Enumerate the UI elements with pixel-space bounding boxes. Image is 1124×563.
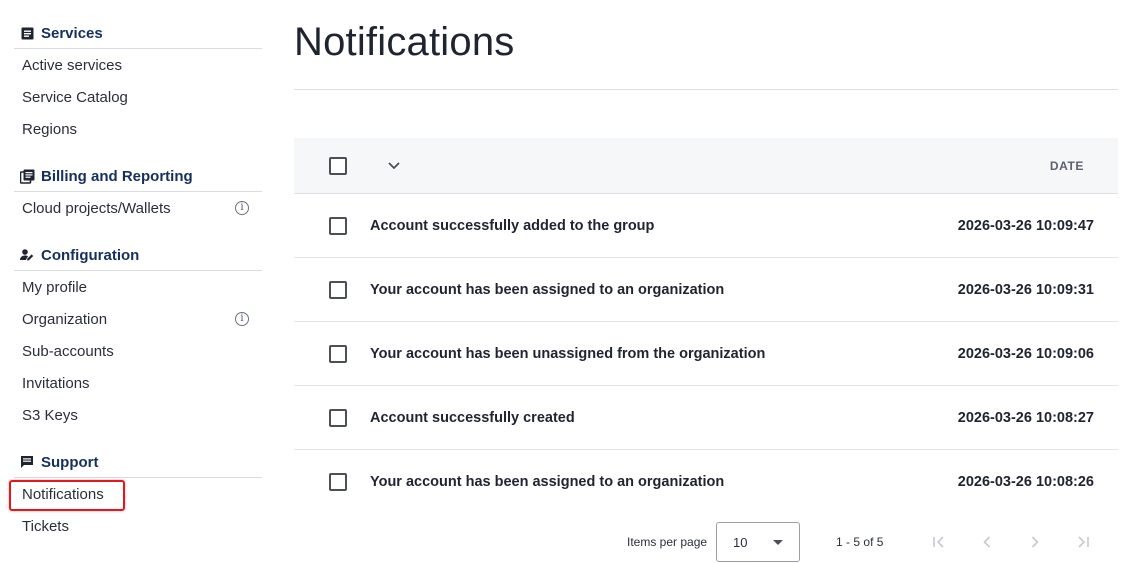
sidebar-item-my-profile[interactable]: My profile [14, 271, 262, 303]
sidebar-item-cloud-projects[interactable]: Cloud projects/Wallets i [14, 192, 262, 224]
previous-page-icon[interactable] [975, 530, 999, 554]
select-all-checkbox[interactable] [329, 156, 347, 175]
section-title: Support [41, 453, 99, 471]
info-icon[interactable]: i [235, 201, 249, 215]
table-row[interactable]: Your account has been assigned to an org… [294, 258, 1118, 322]
paginator: Items per page 10 1 - 5 of 5 [294, 522, 1118, 562]
table-row[interactable]: Your account has been unassigned from th… [294, 322, 1118, 386]
section-title: Services [41, 24, 103, 42]
sidebar-item-label: S3 Keys [22, 406, 78, 424]
caret-down-icon [773, 540, 784, 545]
sidebar-item-invitations[interactable]: Invitations [14, 367, 262, 399]
library-books-icon [19, 168, 35, 184]
person-edit-icon [19, 247, 35, 263]
items-per-page-label: Items per page [627, 535, 708, 549]
sidebar-item-label: Active services [22, 56, 123, 74]
items-per-page-select[interactable]: 10 [716, 522, 801, 562]
chevron-down-icon[interactable] [387, 159, 401, 173]
section-header-support: Support [14, 447, 262, 478]
section-header-services: Services [14, 18, 262, 49]
main-content: Notifications DATE Account successfully … [294, 0, 1118, 514]
sidebar-item-label: Invitations [22, 374, 90, 392]
notification-message: Account successfully created [370, 409, 575, 426]
title-divider [294, 89, 1118, 90]
notification-date: 2026-03-26 10:08:27 [957, 409, 1094, 426]
sidebar: Services Active services Service Catalog… [9, 18, 262, 558]
sidebar-item-label: Sub-accounts [22, 342, 114, 360]
notification-message: Your account has been assigned to an org… [370, 474, 725, 490]
table-row[interactable]: Your account has been assigned to an org… [294, 450, 1118, 514]
table-row[interactable]: Account successfully created 2026-03-26 … [294, 386, 1118, 450]
first-page-icon[interactable] [927, 530, 951, 554]
sidebar-item-label: Organization [22, 310, 108, 328]
sidebar-section-billing: Billing and Reporting Cloud projects/Wal… [14, 161, 262, 224]
sidebar-item-tickets[interactable]: Tickets [14, 510, 262, 542]
row-checkbox[interactable] [329, 473, 347, 491]
notifications-table: DATE Account successfully added to the g… [294, 138, 1118, 514]
date-column-header[interactable]: DATE [1050, 159, 1084, 173]
row-checkbox[interactable] [329, 344, 347, 363]
sidebar-item-label: Regions [22, 120, 78, 138]
sidebar-item-s3-keys[interactable]: S3 Keys [14, 399, 262, 431]
sidebar-item-service-catalog[interactable]: Service Catalog [14, 81, 262, 113]
section-header-configuration: Configuration [14, 240, 262, 271]
sidebar-item-label: Notifications [22, 485, 104, 503]
page-range-label: 1 - 5 of 5 [836, 535, 884, 549]
message-icon [19, 454, 35, 470]
document-icon [19, 25, 35, 41]
sidebar-item-active-services[interactable]: Active services [14, 49, 262, 81]
table-header: DATE [294, 138, 1118, 194]
sidebar-item-label: Tickets [22, 517, 69, 535]
notification-date: 2026-03-26 10:09:06 [957, 345, 1094, 362]
section-title: Billing and Reporting [41, 167, 193, 185]
info-icon[interactable]: i [235, 312, 249, 326]
sidebar-item-regions[interactable]: Regions [14, 113, 262, 145]
sidebar-item-organization[interactable]: Organization i [14, 303, 262, 335]
sidebar-section-services: Services Active services Service Catalog… [14, 18, 262, 145]
notification-message: Your account has been assigned to an org… [370, 281, 725, 298]
page-title: Notifications [294, 20, 515, 64]
sidebar-item-label: Cloud projects/Wallets [22, 199, 171, 217]
next-page-icon[interactable] [1023, 530, 1047, 554]
notification-date: 2026-03-26 10:09:31 [957, 281, 1094, 298]
items-per-page-value: 10 [733, 534, 748, 550]
table-row[interactable]: Account successfully added to the group … [294, 194, 1118, 258]
sidebar-section-configuration: Configuration My profile Organization i … [14, 240, 262, 431]
notification-date: 2026-03-26 10:08:26 [957, 474, 1094, 490]
sidebar-item-label: Service Catalog [22, 88, 128, 106]
notification-message: Your account has been unassigned from th… [370, 345, 766, 362]
notification-message: Account successfully added to the group [370, 217, 655, 234]
sidebar-item-label: My profile [22, 278, 88, 296]
sidebar-section-support: Support Notifications Tickets [9, 447, 262, 542]
section-title: Configuration [41, 246, 140, 264]
sidebar-item-sub-accounts[interactable]: Sub-accounts [14, 335, 262, 367]
row-checkbox[interactable] [329, 216, 347, 235]
section-header-billing: Billing and Reporting [14, 161, 262, 192]
notification-date: 2026-03-26 10:09:47 [957, 217, 1094, 234]
row-checkbox[interactable] [329, 280, 347, 299]
sidebar-item-notifications[interactable]: Notifications [9, 478, 262, 511]
row-checkbox[interactable] [329, 408, 347, 427]
last-page-icon[interactable] [1071, 530, 1095, 554]
